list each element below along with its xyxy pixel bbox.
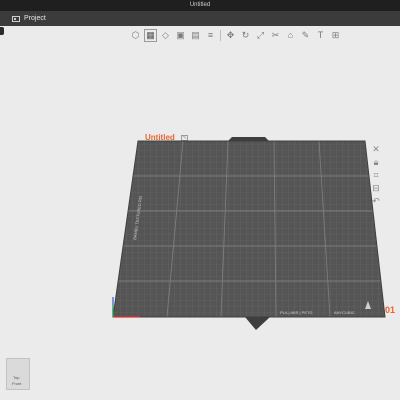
view-cube-top[interactable]: Top	[13, 375, 19, 380]
arrange-plate-icon[interactable]: ⊟	[369, 182, 383, 194]
plate-bottom-text-2: ANYCUBIC	[334, 310, 355, 315]
view-cube-front[interactable]: Front	[12, 381, 21, 386]
plate-actions-panel: ✕ 🔒︎ ⌗ ⊟ ↶	[369, 143, 385, 207]
plate-number: 01	[385, 305, 396, 315]
rotate-plate-icon[interactable]: ↶	[369, 195, 383, 207]
plate-grid	[113, 141, 385, 317]
view-cube[interactable]: Top Front	[6, 358, 30, 390]
close-plate-icon[interactable]: ✕	[369, 143, 383, 155]
plate-bottom-text-1: PLA | ABS | PETG	[280, 310, 313, 315]
plate-hanger	[245, 317, 270, 330]
build-plate-view[interactable]: BAMBU TEXTURED PEI PLA | ABS | PETG ANYC…	[0, 0, 400, 400]
camera-icon[interactable]: ⌗	[369, 169, 383, 181]
lock-icon[interactable]: 🔒︎	[369, 156, 383, 168]
